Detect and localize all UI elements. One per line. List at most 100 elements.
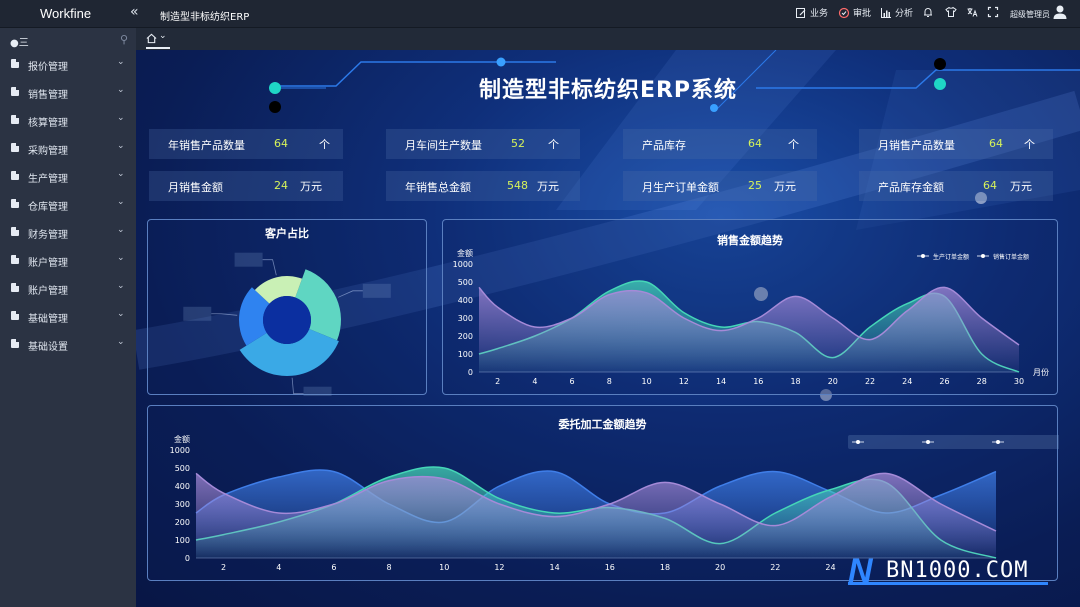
shirt-icon[interactable] <box>945 6 957 18</box>
sidebar-item-label: 销售管理 <box>28 90 68 101</box>
stat-value: 52 <box>511 137 525 150</box>
document-icon <box>11 171 19 180</box>
sidebar-item[interactable]: 账户管理 ⌄ <box>0 246 136 274</box>
avatar-icon[interactable] <box>1052 4 1068 20</box>
bell-icon[interactable] <box>922 6 934 18</box>
stat-label: 年销售总金额 <box>405 181 471 194</box>
legend-label: 生产订单金额 <box>933 253 969 261</box>
pie-label-box <box>362 283 391 298</box>
y-tick-label: 300 <box>458 314 473 323</box>
business-label: 业务 <box>810 9 829 19</box>
x-tick-label: 10 <box>641 377 651 386</box>
y-tick-label: 300 <box>175 500 190 509</box>
sidebar-item[interactable]: 仓库管理 ⌄ <box>0 190 136 218</box>
stat-value: 25 <box>748 179 762 192</box>
x-tick-label: 8 <box>387 563 392 572</box>
x-tick-label: 28 <box>977 377 987 386</box>
x-axis-label: 月份 <box>1033 367 1049 377</box>
x-tick-label: 6 <box>331 563 336 572</box>
x-tick-label: 16 <box>753 377 763 386</box>
sidebar-search[interactable]: ●三 ⚲ <box>8 33 128 49</box>
sidebar-item[interactable]: 财务管理 ⌄ <box>0 218 136 246</box>
approve-button[interactable]: 审批 <box>838 6 871 19</box>
dashboard: 制造型非标纺织ERP系统 年销售产品数量 64 个月车间生产数量 52 个产品库存 64 个… <box>136 50 1080 607</box>
app-title: 制造型非标纺织ERP <box>160 12 250 23</box>
stat-value: 64 <box>748 137 762 150</box>
chevron-down-icon: ⌄ <box>159 31 167 41</box>
sidebar-item[interactable]: 销售管理 ⌄ <box>0 78 136 106</box>
stat-card: 产品库存 64 个 <box>623 129 817 159</box>
analysis-button[interactable]: 分析 <box>880 6 913 19</box>
bar-chart-icon <box>881 7 891 18</box>
sidebar-item-label: 账户管理 <box>28 286 68 297</box>
x-tick-label: 24 <box>825 563 835 572</box>
chevron-down-icon: ⌄ <box>117 141 125 151</box>
sidebar-item-label: 财务管理 <box>28 230 68 241</box>
watermark-underline <box>848 582 1048 585</box>
document-icon <box>11 143 19 152</box>
analysis-label: 分析 <box>895 9 914 19</box>
stat-unit: 个 <box>1024 138 1035 151</box>
sidebar-item[interactable]: 账户管理 ⌄ <box>0 274 136 302</box>
x-tick-label: 6 <box>570 377 575 386</box>
sidebar-item[interactable]: 生产管理 ⌄ <box>0 162 136 190</box>
chevron-down-icon: ⌄ <box>117 225 125 235</box>
document-icon <box>11 339 19 348</box>
x-tick-label: 24 <box>902 377 912 386</box>
pie-label-box <box>234 252 263 267</box>
sidebar-item[interactable]: 采购管理 ⌄ <box>0 134 136 162</box>
document-icon <box>11 87 19 96</box>
stat-label: 产品库存 <box>642 139 686 152</box>
stat-unit: 个 <box>319 138 330 151</box>
sidebar-item[interactable]: 基础管理 ⌄ <box>0 302 136 330</box>
x-tick-label: 8 <box>607 377 612 386</box>
series-area <box>479 287 1019 372</box>
y-tick-label: 200 <box>458 332 473 341</box>
chevron-down-icon: ⌄ <box>117 197 125 207</box>
stat-card: 年销售总金额 548 万元 <box>386 171 580 201</box>
home-tab[interactable]: ⌄ <box>146 31 170 49</box>
stat-value: 548 <box>507 179 528 192</box>
fullscreen-icon[interactable] <box>987 6 999 18</box>
translate-icon[interactable] <box>966 6 978 18</box>
customer-share-panel: 客户占比 <box>147 219 427 396</box>
pie-center <box>263 296 311 344</box>
y-tick-label: 200 <box>175 518 190 527</box>
sidebar-item[interactable]: 核算管理 ⌄ <box>0 106 136 134</box>
y-tick-label: 100 <box>175 536 190 545</box>
user-name[interactable]: 超级管理员 <box>1010 9 1050 20</box>
y-tick-label: 1000 <box>170 446 190 455</box>
sidebar-item[interactable]: 报价管理 ⌄ <box>0 50 136 78</box>
top-bar: Workfine « 制造型非标纺织ERP 业务 审批 分析 超级管理员 <box>0 0 1080 28</box>
chevron-down-icon: ⌄ <box>117 253 125 263</box>
collapse-sidebar-icon[interactable]: « <box>130 4 139 20</box>
legend-dot <box>856 440 860 444</box>
y-axis-label: 金额 <box>174 434 190 444</box>
y-tick-label: 500 <box>175 464 190 473</box>
sidebar-item[interactable]: 基础设置 ⌄ <box>0 330 136 358</box>
stat-value: 64 <box>983 179 997 192</box>
approve-label: 审批 <box>853 9 872 19</box>
y-tick-label: 100 <box>458 350 473 359</box>
pie-leader-line <box>338 290 363 298</box>
x-tick-label: 14 <box>550 563 560 572</box>
pie-label-box <box>183 306 212 321</box>
customer-share-chart <box>183 252 391 396</box>
sales-trend-panel: 销售金额趋势 0 100 200 300 400 500 1000 2 4 6 8 10 12 14 16 1… <box>442 219 1058 395</box>
business-button[interactable]: 业务 <box>795 6 828 19</box>
stat-unit: 万元 <box>774 180 796 193</box>
x-tick-label: 10 <box>439 563 449 572</box>
document-icon <box>11 199 19 208</box>
stat-card: 月生产订单金额 25 万元 <box>623 171 817 201</box>
stat-card: 月销售金额 24 万元 <box>149 171 343 201</box>
y-tick-label: 0 <box>468 368 473 377</box>
x-tick-label: 16 <box>605 563 615 572</box>
document-icon <box>11 283 19 292</box>
x-tick-label: 18 <box>790 377 800 386</box>
stat-label: 月生产订单金额 <box>642 181 719 194</box>
search-icon[interactable]: ⚲ <box>120 33 128 46</box>
stat-label: 产品库存金额 <box>878 181 944 194</box>
stat-card: 月车间生产数量 52 个 <box>386 129 580 159</box>
sidebar-item-label: 核算管理 <box>28 118 68 129</box>
sidebar-item-label: 基础管理 <box>28 314 68 325</box>
